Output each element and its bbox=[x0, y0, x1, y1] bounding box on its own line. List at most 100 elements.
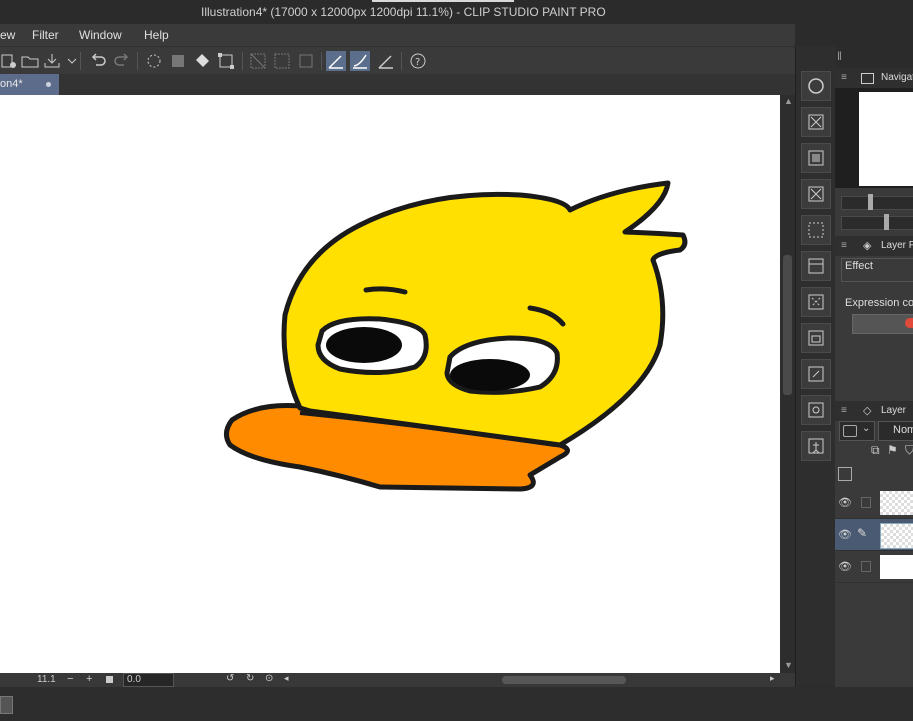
unsaved-dot-icon bbox=[46, 82, 51, 87]
pose-material-icon[interactable] bbox=[801, 431, 831, 461]
navigation-status-bar: 11.1 − + 0.0 ↺ ↻ ⊙ ◂ ▸ bbox=[0, 673, 795, 687]
lock-icon[interactable]: ⛉ bbox=[905, 443, 913, 458]
menu-window[interactable]: Window bbox=[79, 28, 122, 42]
panel-menu-icon[interactable]: ≡ bbox=[841, 72, 849, 83]
document-tab[interactable]: on4* bbox=[0, 74, 59, 95]
panel-menu-icon[interactable]: ≡ bbox=[841, 405, 849, 416]
layer-row-active[interactable]: 👁 ✎ bbox=[835, 519, 913, 551]
layer-select-checkbox[interactable] bbox=[861, 561, 871, 572]
clip-icon[interactable]: ⧉ bbox=[871, 443, 880, 458]
title-accent-line bbox=[372, 0, 514, 2]
snap-special-ruler-icon[interactable] bbox=[350, 51, 370, 71]
bottom-toggle-button[interactable] bbox=[0, 696, 13, 714]
menu-view[interactable]: ew bbox=[0, 28, 15, 42]
transform-icon[interactable] bbox=[216, 51, 236, 71]
right-panel-area: ≡ Navigat ≡ ◈ Layer P Effect Expression … bbox=[835, 68, 913, 687]
duck-right-pupil bbox=[450, 359, 530, 391]
rotation-value[interactable]: 0.0 bbox=[123, 673, 174, 687]
material-close-icon[interactable] bbox=[801, 179, 831, 209]
show-selection-icon[interactable] bbox=[296, 51, 316, 71]
rotate-left-icon[interactable]: ↺ bbox=[226, 673, 234, 684]
canvas[interactable] bbox=[0, 95, 780, 673]
blend-mode-dropdown[interactable]: Nom bbox=[878, 421, 913, 441]
menu-help[interactable]: Help bbox=[144, 28, 169, 42]
rotate-right-icon[interactable]: ↻ bbox=[246, 673, 254, 684]
vertical-scroll-thumb[interactable] bbox=[783, 255, 792, 395]
snap-grid-icon[interactable] bbox=[376, 51, 396, 71]
effect-group-box bbox=[841, 258, 913, 282]
fill-bucket-icon[interactable] bbox=[192, 51, 212, 71]
layer-select-checkbox[interactable] bbox=[861, 497, 871, 508]
text-material-icon[interactable] bbox=[801, 359, 831, 389]
panel-menu-icon[interactable]: ≡ bbox=[841, 240, 849, 251]
layer-row-paper[interactable]: 👁 bbox=[835, 551, 913, 583]
save-dropdown-chevron-icon[interactable] bbox=[62, 51, 77, 71]
toolbar-divider bbox=[242, 52, 243, 70]
document-tab-label: on4* bbox=[0, 78, 23, 90]
expression-color-dropdown[interactable] bbox=[852, 314, 913, 334]
navigator-icon[interactable] bbox=[801, 71, 831, 101]
fit-icon[interactable] bbox=[106, 676, 113, 683]
navigator-panel-header[interactable]: ≡ Navigat bbox=[835, 68, 913, 88]
invert-selection-icon[interactable] bbox=[272, 51, 292, 71]
material-icon[interactable] bbox=[801, 143, 831, 173]
save-icon[interactable] bbox=[42, 51, 62, 71]
scroll-left-icon[interactable]: ◂ bbox=[284, 673, 289, 684]
svg-text:?: ? bbox=[415, 57, 420, 68]
layer-row[interactable]: 👁 bbox=[835, 487, 913, 519]
visibility-eye-icon[interactable]: 👁 bbox=[838, 496, 852, 509]
layer-panel-title: Layer bbox=[881, 405, 907, 416]
snap-ruler-icon[interactable] bbox=[326, 51, 346, 71]
navigator-viewport[interactable] bbox=[835, 88, 913, 188]
navigator-tab-icon bbox=[861, 73, 874, 84]
redo-icon[interactable] bbox=[112, 51, 132, 71]
menu-filter[interactable]: Filter bbox=[32, 28, 59, 42]
command-bar: ? bbox=[0, 46, 795, 75]
toolbar-divider bbox=[401, 52, 402, 70]
pattern-material-icon[interactable] bbox=[801, 215, 831, 245]
zoom-in-icon[interactable]: + bbox=[86, 673, 92, 685]
navigator-preview[interactable] bbox=[859, 92, 913, 186]
scroll-right-icon[interactable]: ▸ bbox=[770, 673, 775, 684]
reference-layer-icon[interactable]: ⚑ bbox=[887, 443, 898, 457]
layer-property-panel-header[interactable]: ≡ ◈ Layer P bbox=[835, 236, 913, 256]
scroll-down-icon[interactable]: ▼ bbox=[784, 660, 793, 670]
scroll-up-icon[interactable]: ▲ bbox=[784, 96, 793, 106]
visibility-eye-icon[interactable]: 👁 bbox=[838, 560, 852, 573]
open-folder-icon[interactable] bbox=[20, 51, 40, 71]
menu-bar: ew Filter Window Help bbox=[0, 24, 795, 46]
horizontal-scroll-thumb[interactable] bbox=[502, 676, 626, 684]
image-material-icon[interactable] bbox=[801, 251, 831, 281]
layer-list-menu-icon[interactable] bbox=[838, 467, 852, 481]
toolbar-divider bbox=[137, 52, 138, 70]
layer-panel-header[interactable]: ≡ ◇ Layer bbox=[835, 401, 913, 421]
sub-view-icon[interactable] bbox=[801, 107, 831, 137]
layer-thumbnail bbox=[880, 491, 913, 515]
chevron-down-icon: ⌄ bbox=[862, 423, 871, 434]
help-icon[interactable]: ? bbox=[408, 51, 428, 71]
title-bar: Illustration4* (17000 x 12000px 1200dpi … bbox=[0, 0, 913, 24]
toolbar-divider bbox=[321, 52, 322, 70]
undo-icon[interactable] bbox=[88, 51, 108, 71]
navigator-rotate-slider[interactable] bbox=[841, 214, 913, 230]
clear-icon[interactable] bbox=[144, 51, 164, 71]
blend-mode-type-dropdown[interactable]: ⌄ bbox=[839, 421, 875, 441]
fill-outside-icon[interactable] bbox=[168, 51, 188, 71]
visibility-eye-icon[interactable]: 👁 bbox=[838, 528, 852, 541]
new-file-icon[interactable] bbox=[0, 51, 20, 71]
layer-property-panel-title: Layer P bbox=[881, 240, 913, 251]
zoom-out-icon[interactable]: − bbox=[67, 673, 73, 685]
reset-rotation-icon[interactable]: ⊙ bbox=[265, 673, 273, 684]
color-icon bbox=[905, 318, 913, 328]
manga-material-icon[interactable] bbox=[801, 287, 831, 317]
zoom-slider-knob[interactable] bbox=[868, 194, 873, 210]
frame-material-icon[interactable] bbox=[801, 323, 831, 353]
navigator-zoom-slider[interactable] bbox=[841, 194, 913, 210]
rotate-slider-knob[interactable] bbox=[884, 214, 889, 230]
3d-material-icon[interactable] bbox=[801, 395, 831, 425]
deselect-icon[interactable] bbox=[248, 51, 268, 71]
layer-property-tab-icon: ◈ bbox=[863, 240, 872, 252]
zoom-value[interactable]: 11.1 bbox=[37, 674, 56, 685]
expression-color-label: Expression col bbox=[845, 297, 913, 309]
canvas-vertical-scrollbar[interactable]: ▲ ▼ bbox=[780, 95, 795, 673]
